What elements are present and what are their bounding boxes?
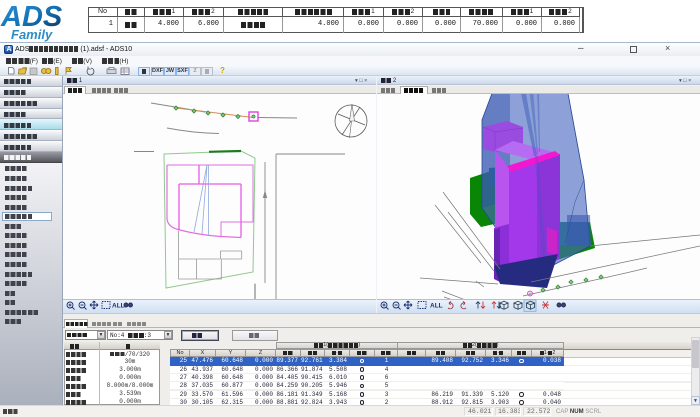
svg-text:Family: Family	[11, 27, 53, 42]
svg-text:ALL: ALL	[112, 303, 125, 310]
svg-text:ALL: ALL	[430, 303, 443, 310]
